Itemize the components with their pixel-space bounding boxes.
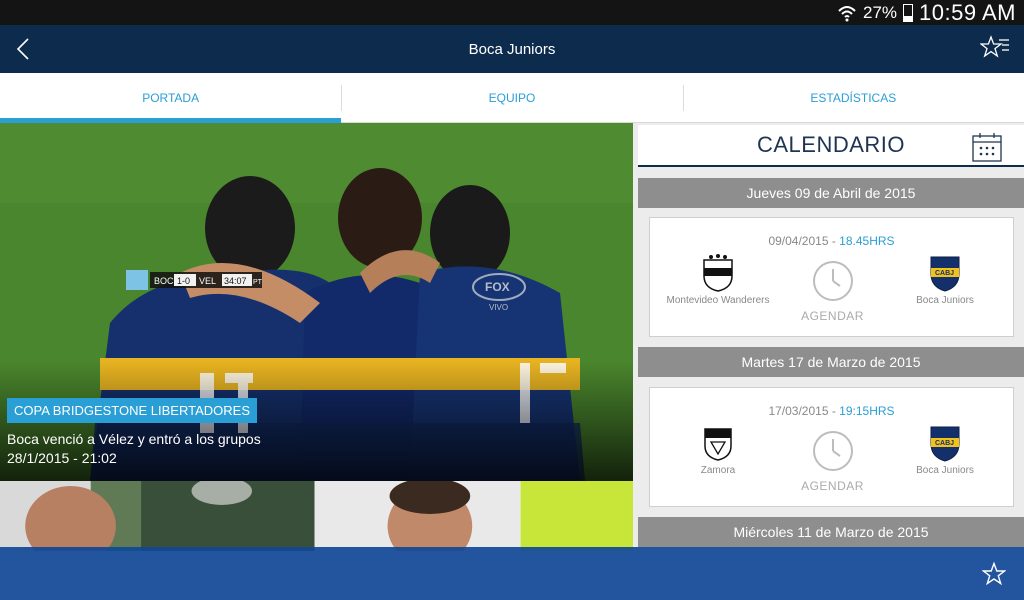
bottom-action-bar — [0, 547, 1024, 600]
away-team: CABJ Boca Juniors — [885, 424, 1005, 476]
agendar-label: AGENDAR — [801, 309, 864, 323]
tab-estadisticas[interactable]: ESTADÍSTICAS — [682, 73, 1024, 122]
calendar-header: CALENDARIO — [638, 125, 1024, 167]
tab-portada[interactable]: PORTADA — [0, 73, 342, 123]
svg-text:34:07: 34:07 — [224, 276, 247, 286]
clock-icon — [812, 431, 853, 471]
home-team-name: Montevideo Wanderers — [666, 295, 770, 306]
page-title: Boca Juniors — [468, 40, 556, 58]
match-date-header: Miércoles 11 de Marzo de 2015 — [638, 517, 1024, 547]
home-team: Zamora — [658, 424, 778, 476]
battery-icon — [903, 3, 914, 22]
news-headline: Boca venció a Vélez y entró a los grupos — [7, 431, 261, 447]
agendar-button[interactable]: AGENDAR — [795, 430, 870, 493]
news-thumbnails — [0, 481, 633, 551]
clock-icon — [812, 261, 853, 301]
match-time: 18.45HRS — [839, 234, 895, 248]
match-datetime: 17/03/2015 - 19:15HRS — [768, 404, 895, 418]
favorite-star-icon[interactable] — [982, 562, 1006, 586]
boca-crest-icon: CABJ — [930, 426, 960, 462]
svg-text:CABJ: CABJ — [935, 270, 954, 277]
thumbnail-photo — [0, 481, 315, 551]
news-category-badge: COPA BRIDGESTONE LIBERTADORES — [7, 398, 257, 423]
fox-sports-logo: FOX VIVO — [472, 273, 526, 312]
home-team: Montevideo Wanderers — [658, 254, 778, 306]
svg-text:PT: PT — [253, 279, 263, 286]
away-team-name: Boca Juniors — [916, 295, 974, 306]
svg-text:VIVO: VIVO — [489, 303, 508, 312]
battery-percent: 27% — [863, 2, 898, 22]
match-time: 19:15HRS — [839, 404, 895, 418]
svg-text:CABJ: CABJ — [935, 440, 954, 447]
calendar-icon[interactable] — [972, 132, 1002, 162]
match-date: 17/03/2015 — [768, 404, 829, 418]
tab-bar: PORTADA EQUIPO ESTADÍSTICAS — [0, 73, 1024, 123]
favorites-list-icon[interactable] — [980, 35, 1010, 61]
tab-equipo[interactable]: EQUIPO — [341, 73, 682, 122]
status-time: 10:59 AM — [919, 0, 1016, 25]
zamora-crest-icon — [704, 428, 732, 461]
back-arrow-icon[interactable] — [14, 37, 34, 61]
svg-text:BOC: BOC — [154, 276, 174, 286]
svg-text:1-0: 1-0 — [177, 276, 190, 286]
match-card[interactable]: 17/03/2015 - 19:15HRS Zamora AGENDAR CAB… — [649, 387, 1014, 507]
news-date: 28/1/2015 - 21:02 — [7, 450, 117, 466]
news-thumbnail[interactable] — [0, 481, 315, 551]
away-team-name: Boca Juniors — [916, 465, 974, 476]
news-thumbnail[interactable] — [318, 481, 633, 551]
svg-text:VEL: VEL — [199, 276, 216, 286]
boca-crest-icon: CABJ — [930, 256, 960, 292]
tv-scorebug: BOC 1-0 VEL 34:07 PT — [126, 270, 263, 290]
svg-text:FOX: FOX — [485, 280, 510, 294]
calendar-panel: CALENDARIO Jueves 09 de Abril de 2015 09… — [638, 123, 1024, 553]
agendar-label: AGENDAR — [801, 479, 864, 493]
match-date: 09/04/2015 — [768, 234, 829, 248]
match-card[interactable]: 09/04/2015 - 18.45HRS Montevideo Wandere… — [649, 217, 1014, 337]
wanderers-crest-icon — [703, 254, 733, 292]
app-bar: Boca Juniors — [0, 25, 1024, 73]
away-team: CABJ Boca Juniors — [885, 254, 1005, 306]
status-bar: 27% 10:59 AM — [0, 0, 1024, 25]
calendar-title: CALENDARIO — [756, 132, 906, 157]
match-datetime: 09/04/2015 - 18.45HRS — [768, 234, 895, 248]
featured-news[interactable]: BOC 1-0 VEL 34:07 PT FOX VIVO COPA BRIDG… — [0, 123, 633, 481]
wifi-icon — [838, 5, 856, 21]
thumbnail-photo — [318, 481, 633, 551]
agendar-button[interactable]: AGENDAR — [795, 260, 870, 323]
home-team-name: Zamora — [700, 465, 736, 476]
match-date-header: Jueves 09 de Abril de 2015 — [638, 178, 1024, 208]
match-date-header: Martes 17 de Marzo de 2015 — [638, 347, 1024, 377]
